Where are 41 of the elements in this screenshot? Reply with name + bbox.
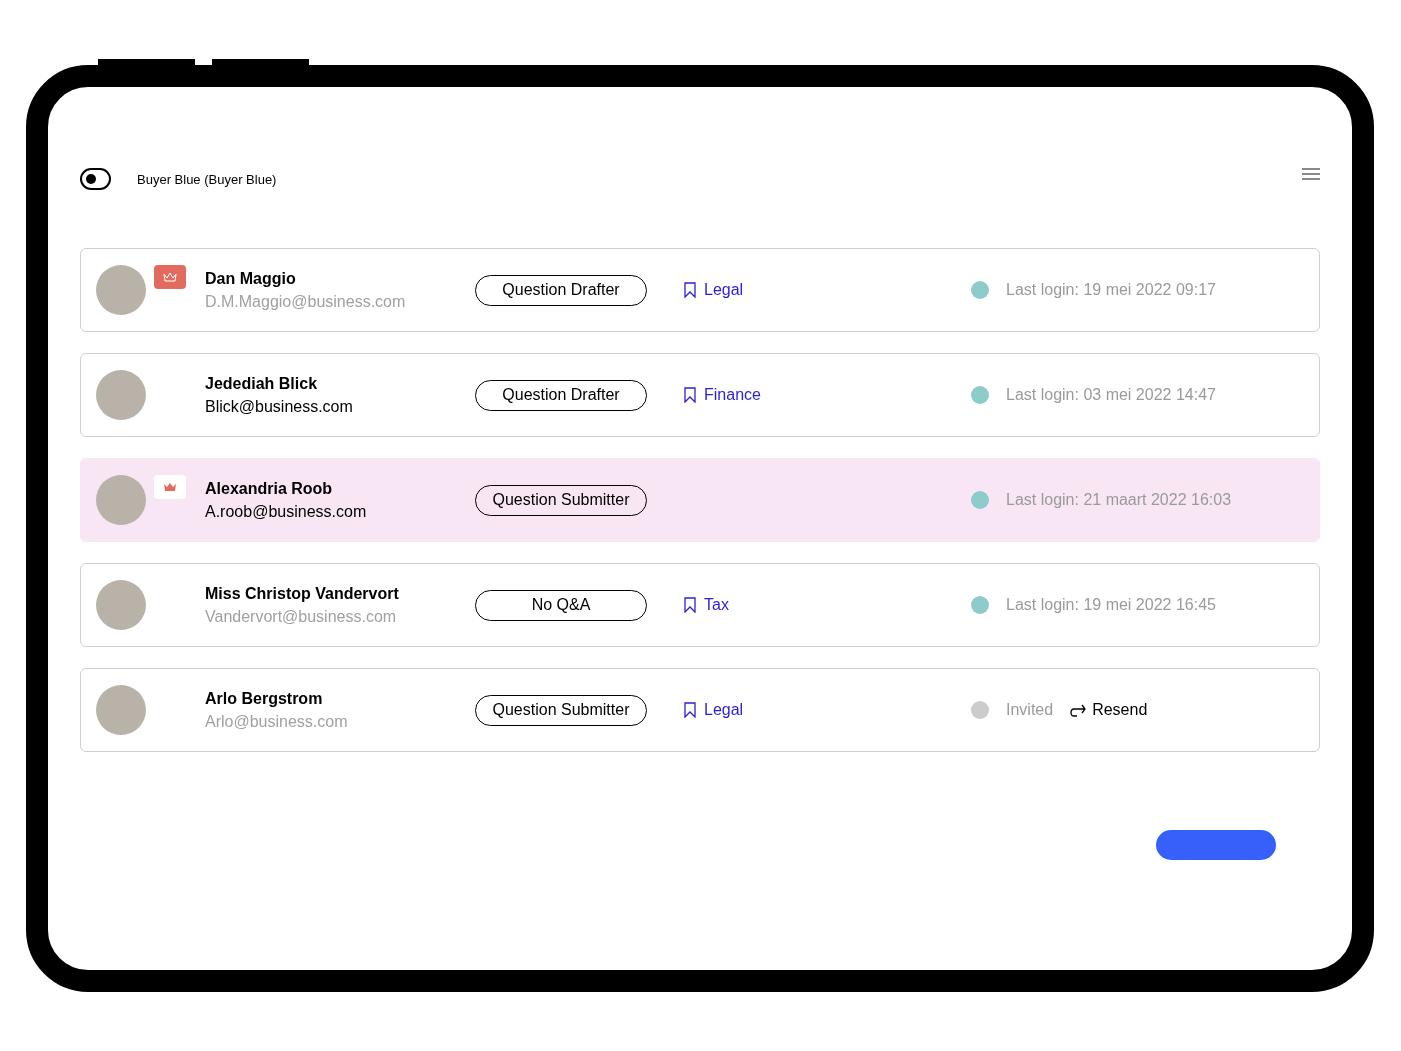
primary-button[interactable] xyxy=(1156,830,1276,860)
bookmark-icon xyxy=(684,702,696,718)
bookmark-icon xyxy=(684,387,696,403)
user-row[interactable]: Alexandria Roob A.roob@business.com Question Submitter Last login: 21 maart 2022 16:03 xyxy=(80,458,1320,542)
crown-icon xyxy=(163,272,177,282)
status-text: Last login: 21 maart 2022 16:03 xyxy=(1006,491,1232,509)
avatar-photo-placeholder xyxy=(96,580,146,630)
avatar-photo-placeholder xyxy=(96,265,146,315)
toggle-switch[interactable] xyxy=(80,168,111,190)
avatar-photo-placeholder xyxy=(96,685,146,735)
avatar-photo-placeholder xyxy=(96,475,146,525)
department-link[interactable]: Tax xyxy=(684,596,729,614)
user-row[interactable]: Jedediah Blick Blick@business.com Question Drafter Finance Last login: 03 mei 2022 14:47 xyxy=(80,353,1320,437)
user-email: Vandervort@business.com xyxy=(205,607,398,626)
avatar-photo-placeholder xyxy=(96,370,146,420)
user-name: Alexandria Roob xyxy=(205,479,334,498)
account-name: Buyer Blue (Buyer Blue) xyxy=(137,171,277,187)
crown-icon xyxy=(163,482,177,492)
user-row[interactable]: Dan Maggio D.M.Maggio@business.com Question Drafter Legal Last login: 19 mei 2022 09:17 xyxy=(80,248,1320,332)
bookmark-icon xyxy=(684,282,696,298)
user-name: Dan Maggio xyxy=(205,269,297,288)
user-row[interactable]: Miss Christop Vandervort Vandervort@business.com No Q&A Tax Last login: 19 mei 2022 16:45 xyxy=(80,563,1320,647)
status-text: Last login: 19 mei 2022 16:45 xyxy=(1006,596,1216,614)
department-link[interactable]: Finance xyxy=(684,386,761,404)
share-arrow-icon xyxy=(1070,703,1087,717)
menu-icon[interactable] xyxy=(1302,168,1320,180)
bookmark-icon xyxy=(684,597,696,613)
department-link[interactable]: Legal xyxy=(684,701,744,719)
resend-button[interactable]: Resend xyxy=(1070,701,1148,719)
status-text: Last login: 03 mei 2022 14:47 xyxy=(1006,386,1216,404)
user-name: Miss Christop Vandervort xyxy=(205,584,400,603)
user-email: Arlo@business.com xyxy=(205,712,349,731)
user-name: Arlo Bergstrom xyxy=(205,689,324,708)
user-email: A.roob@business.com xyxy=(205,502,368,521)
department-link[interactable]: Legal xyxy=(684,281,744,299)
user-email: D.M.Maggio@business.com xyxy=(205,292,407,311)
status-text: Last login: 19 mei 2022 09:17 xyxy=(1006,281,1216,299)
user-email: Blick@business.com xyxy=(205,397,354,416)
status-text: Invited xyxy=(1006,701,1054,719)
user-row[interactable]: Arlo Bergstrom Arlo@business.com Question Submitter Legal Invited Resend xyxy=(80,668,1320,752)
user-name: Jedediah Blick xyxy=(205,374,319,393)
